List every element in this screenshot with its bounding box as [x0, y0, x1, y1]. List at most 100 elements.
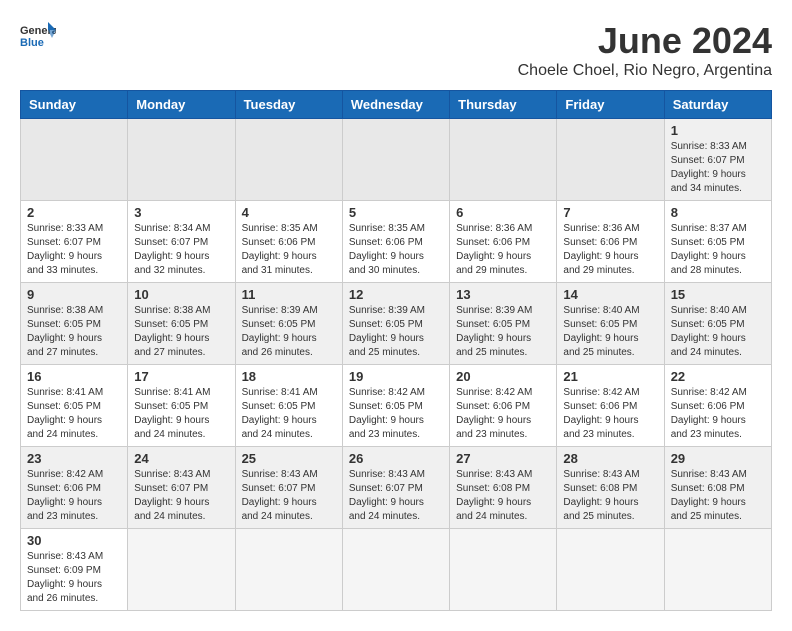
calendar-day-cell: 26 Sunrise: 8:43 AM Sunset: 6:07 PM Dayli…: [342, 447, 449, 529]
logo: General Blue: [20, 20, 56, 48]
calendar-day-cell: [664, 529, 771, 611]
calendar-week-row: 1Sunrise: 8:33 AM Sunset: 6:07 PM Daylig…: [21, 119, 772, 201]
day-info: Sunrise: 8:42 AM Sunset: 6:06 PM Dayligh…: [456, 386, 550, 442]
day-info: Sunrise: 8:41 AM Sunset: 6:05 PM Dayligh…: [134, 386, 228, 442]
calendar-week-row: 30 Sunrise: 8:43 AM Sunset: 6:09 PM Dayli…: [21, 529, 772, 611]
day-number: 17: [134, 369, 228, 384]
day-info: Sunrise: 8:43 AM Sunset: 6:08 PM Dayligh…: [563, 468, 657, 524]
day-info: Sunrise: 8:33 AM Sunset: 6:07 PM Dayligh…: [27, 222, 121, 278]
day-info: Sunrise: 8:41 AM Sunset: 6:05 PM Dayligh…: [27, 386, 121, 442]
day-info: Sunrise: 8:42 AM Sunset: 6:05 PM Dayligh…: [349, 386, 443, 442]
calendar-day-cell: [342, 119, 449, 201]
weekday-header-friday: Friday: [557, 91, 664, 119]
calendar-title: June 2024: [518, 20, 772, 62]
calendar-day-cell: 22Sunrise: 8:42 AM Sunset: 6:06 PM Dayli…: [664, 365, 771, 447]
calendar-day-cell: [21, 119, 128, 201]
day-info: Sunrise: 8:42 AM Sunset: 6:06 PM Dayligh…: [671, 386, 765, 442]
calendar-day-cell: [557, 119, 664, 201]
svg-text:Blue: Blue: [20, 37, 44, 48]
calendar-day-cell: [128, 529, 235, 611]
day-number: 23: [27, 451, 121, 466]
day-number: 11: [242, 287, 336, 302]
weekday-header-thursday: Thursday: [450, 91, 557, 119]
day-info: Sunrise: 8:40 AM Sunset: 6:05 PM Dayligh…: [671, 304, 765, 360]
day-number: 12: [349, 287, 443, 302]
day-info: Sunrise: 8:38 AM Sunset: 6:05 PM Dayligh…: [27, 304, 121, 360]
weekday-header-row: SundayMondayTuesdayWednesdayThursdayFrid…: [21, 91, 772, 119]
page-header: General Blue June 2024 Choele Choel, Rio…: [20, 20, 772, 80]
calendar-day-cell: [450, 119, 557, 201]
day-number: 21: [563, 369, 657, 384]
day-info: Sunrise: 8:39 AM Sunset: 6:05 PM Dayligh…: [456, 304, 550, 360]
calendar-day-cell: 20 Sunrise: 8:42 AM Sunset: 6:06 PM Dayli…: [450, 365, 557, 447]
day-info: Sunrise: 8:43 AM Sunset: 6:07 PM Dayligh…: [134, 468, 228, 524]
day-info: Sunrise: 8:40 AM Sunset: 6:05 PM Dayligh…: [563, 304, 657, 360]
day-number: 16: [27, 369, 121, 384]
weekday-header-monday: Monday: [128, 91, 235, 119]
day-info: Sunrise: 8:42 AM Sunset: 6:06 PM Dayligh…: [27, 468, 121, 524]
calendar-day-cell: 9 Sunrise: 8:38 AM Sunset: 6:05 PM Daylig…: [21, 283, 128, 365]
day-info: Sunrise: 8:43 AM Sunset: 6:08 PM Dayligh…: [671, 468, 765, 524]
day-info: Sunrise: 8:38 AM Sunset: 6:05 PM Dayligh…: [134, 304, 228, 360]
day-number: 5: [349, 205, 443, 220]
calendar-week-row: 9 Sunrise: 8:38 AM Sunset: 6:05 PM Daylig…: [21, 283, 772, 365]
calendar-day-cell: 8Sunrise: 8:37 AM Sunset: 6:05 PM Daylig…: [664, 201, 771, 283]
day-number: 26: [349, 451, 443, 466]
day-info: Sunrise: 8:35 AM Sunset: 6:06 PM Dayligh…: [349, 222, 443, 278]
day-number: 20: [456, 369, 550, 384]
calendar-day-cell: 11Sunrise: 8:39 AM Sunset: 6:05 PM Dayli…: [235, 283, 342, 365]
weekday-header-wednesday: Wednesday: [342, 91, 449, 119]
day-info: Sunrise: 8:43 AM Sunset: 6:07 PM Dayligh…: [349, 468, 443, 524]
calendar-subtitle: Choele Choel, Rio Negro, Argentina: [518, 62, 772, 80]
calendar-day-cell: 2 Sunrise: 8:33 AM Sunset: 6:07 PM Daylig…: [21, 201, 128, 283]
calendar-day-cell: [235, 119, 342, 201]
day-info: Sunrise: 8:35 AM Sunset: 6:06 PM Dayligh…: [242, 222, 336, 278]
day-number: 14: [563, 287, 657, 302]
calendar-day-cell: 29 Sunrise: 8:43 AM Sunset: 6:08 PM Dayli…: [664, 447, 771, 529]
day-number: 10: [134, 287, 228, 302]
calendar-day-cell: 14 Sunrise: 8:40 AM Sunset: 6:05 PM Dayli…: [557, 283, 664, 365]
day-number: 1: [671, 123, 765, 138]
day-number: 13: [456, 287, 550, 302]
calendar-day-cell: 24Sunrise: 8:43 AM Sunset: 6:07 PM Dayli…: [128, 447, 235, 529]
day-number: 4: [242, 205, 336, 220]
calendar-day-cell: 5 Sunrise: 8:35 AM Sunset: 6:06 PM Daylig…: [342, 201, 449, 283]
calendar-day-cell: 3 Sunrise: 8:34 AM Sunset: 6:07 PM Daylig…: [128, 201, 235, 283]
calendar-table: SundayMondayTuesdayWednesdayThursdayFrid…: [20, 90, 772, 611]
calendar-day-cell: 4 Sunrise: 8:35 AM Sunset: 6:06 PM Daylig…: [235, 201, 342, 283]
calendar-day-cell: 28Sunrise: 8:43 AM Sunset: 6:08 PM Dayli…: [557, 447, 664, 529]
day-info: Sunrise: 8:42 AM Sunset: 6:06 PM Dayligh…: [563, 386, 657, 442]
calendar-day-cell: 27Sunrise: 8:43 AM Sunset: 6:08 PM Dayli…: [450, 447, 557, 529]
day-number: 3: [134, 205, 228, 220]
title-section: June 2024 Choele Choel, Rio Negro, Argen…: [518, 20, 772, 80]
calendar-week-row: 16 Sunrise: 8:41 AM Sunset: 6:05 PM Dayli…: [21, 365, 772, 447]
calendar-day-cell: 15 Sunrise: 8:40 AM Sunset: 6:05 PM Dayli…: [664, 283, 771, 365]
day-number: 30: [27, 533, 121, 548]
day-number: 2: [27, 205, 121, 220]
day-info: Sunrise: 8:39 AM Sunset: 6:05 PM Dayligh…: [349, 304, 443, 360]
calendar-day-cell: [128, 119, 235, 201]
day-info: Sunrise: 8:36 AM Sunset: 6:06 PM Dayligh…: [563, 222, 657, 278]
calendar-day-cell: [557, 529, 664, 611]
day-number: 18: [242, 369, 336, 384]
day-number: 9: [27, 287, 121, 302]
calendar-day-cell: 18Sunrise: 8:41 AM Sunset: 6:05 PM Dayli…: [235, 365, 342, 447]
calendar-day-cell: 21 Sunrise: 8:42 AM Sunset: 6:06 PM Dayli…: [557, 365, 664, 447]
day-number: 25: [242, 451, 336, 466]
day-number: 29: [671, 451, 765, 466]
day-number: 6: [456, 205, 550, 220]
weekday-header-saturday: Saturday: [664, 91, 771, 119]
day-info: Sunrise: 8:34 AM Sunset: 6:07 PM Dayligh…: [134, 222, 228, 278]
calendar-day-cell: [235, 529, 342, 611]
calendar-day-cell: 10 Sunrise: 8:38 AM Sunset: 6:05 PM Dayli…: [128, 283, 235, 365]
day-info: Sunrise: 8:43 AM Sunset: 6:07 PM Dayligh…: [242, 468, 336, 524]
calendar-day-cell: [342, 529, 449, 611]
day-info: Sunrise: 8:43 AM Sunset: 6:09 PM Dayligh…: [27, 550, 121, 606]
day-number: 19: [349, 369, 443, 384]
weekday-header-sunday: Sunday: [21, 91, 128, 119]
calendar-day-cell: 13 Sunrise: 8:39 AM Sunset: 6:05 PM Dayli…: [450, 283, 557, 365]
day-number: 15: [671, 287, 765, 302]
calendar-day-cell: 1Sunrise: 8:33 AM Sunset: 6:07 PM Daylig…: [664, 119, 771, 201]
calendar-day-cell: 30 Sunrise: 8:43 AM Sunset: 6:09 PM Dayli…: [21, 529, 128, 611]
day-info: Sunrise: 8:36 AM Sunset: 6:06 PM Dayligh…: [456, 222, 550, 278]
